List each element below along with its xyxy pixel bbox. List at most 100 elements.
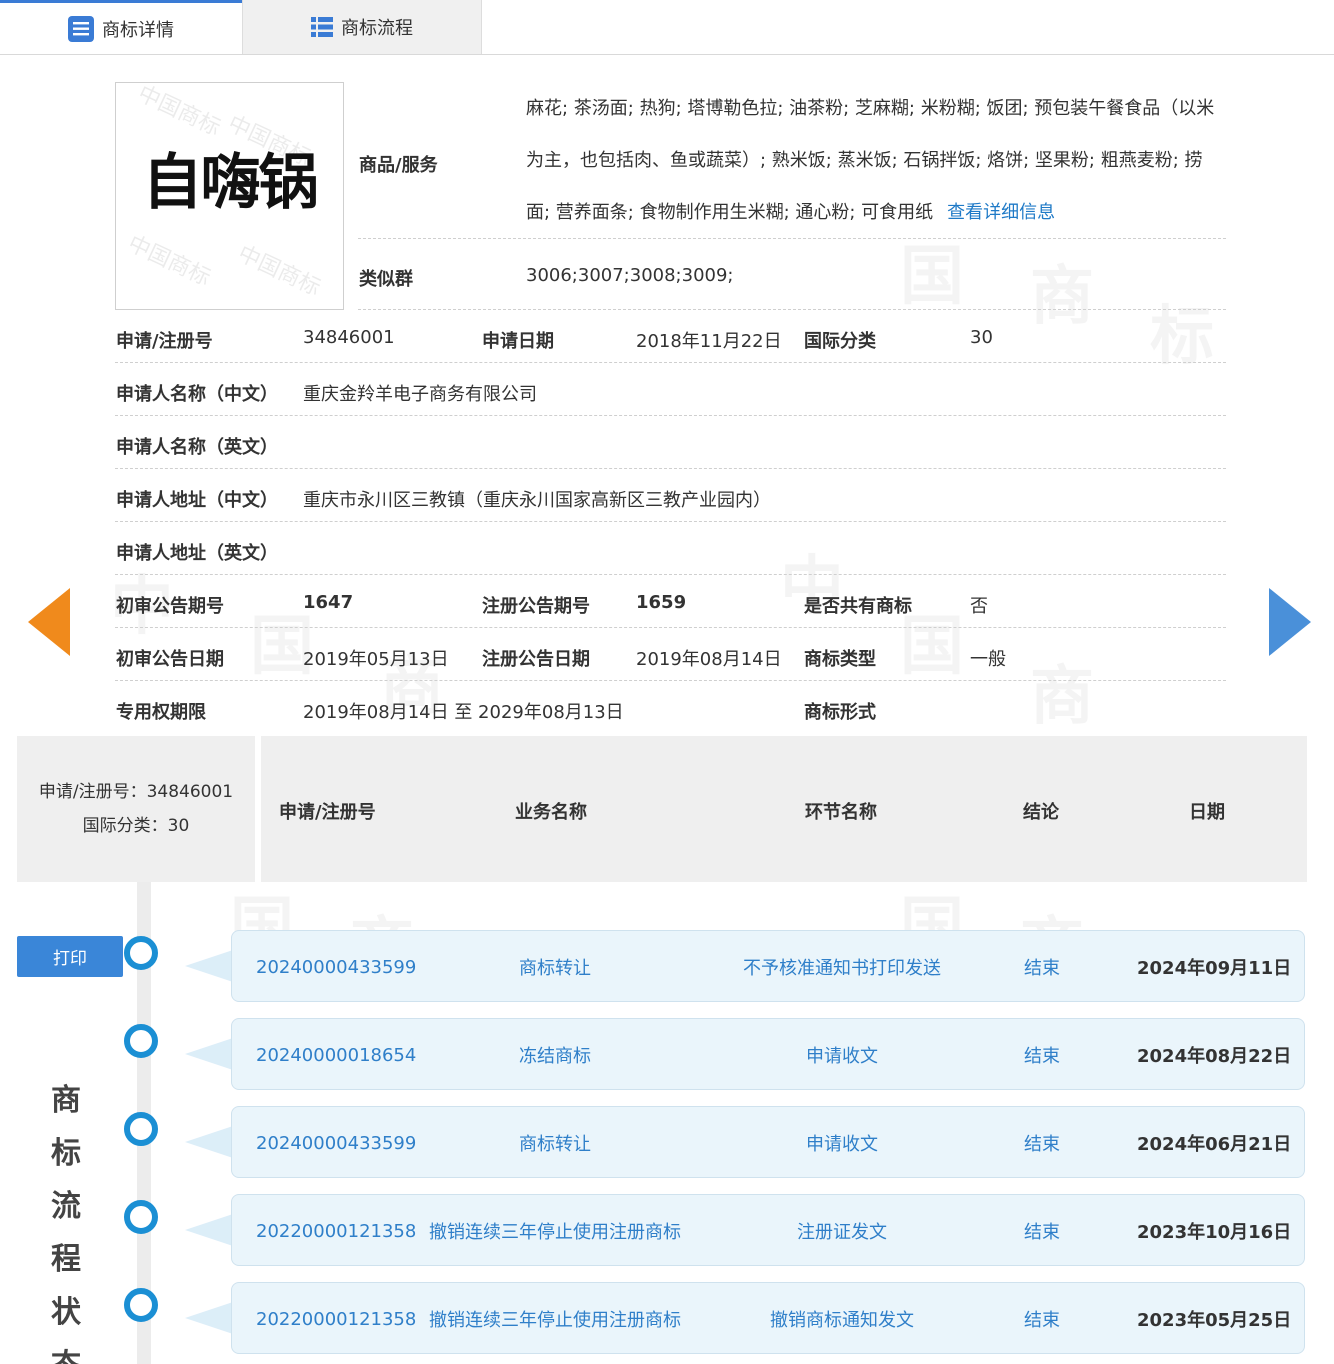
timeline-dot xyxy=(124,1112,158,1146)
reg-pub-date-value: 2019年08月14日 xyxy=(636,649,782,670)
card-pointer xyxy=(185,1126,233,1158)
term-label: 专用权期限 xyxy=(116,702,206,723)
list-detail-icon xyxy=(68,15,94,42)
timeline-dot xyxy=(124,1024,158,1058)
divider xyxy=(115,362,1226,363)
record-business[interactable]: 商标转让 xyxy=(402,1107,708,1179)
record-date: 2024年09月11日 xyxy=(1137,958,1292,979)
goods-label: 商品/服务 xyxy=(359,155,438,176)
trademark-logo-text: 自嗨锅 xyxy=(142,148,319,218)
goods-text: 麻花; 茶汤面; 热狗; 塔博勒色拉; 油茶粉; 芝麻糊; 米粉糊; 饭团; 预… xyxy=(526,98,1215,223)
record-reg-no[interactable]: 20240000433599 xyxy=(256,1107,416,1179)
record-business[interactable]: 撤销连续三年停止使用注册商标 xyxy=(402,1195,708,1267)
record-result[interactable]: 结束 xyxy=(992,931,1092,1003)
shared-value: 否 xyxy=(970,596,988,617)
trademark-image: 中国商标 中国商标 中国商标 中国商标 自嗨锅 xyxy=(115,82,344,310)
similar-group-value: 3006;3007;3008;3009; xyxy=(526,265,734,286)
prelim-no-label: 初审公告期号 xyxy=(116,596,224,617)
print-button[interactable]: 打印 xyxy=(17,936,123,977)
similar-group-label: 类似群 xyxy=(359,269,413,290)
flow-record-card: 20220000121358 撤销连续三年停止使用注册商标 撤销商标通知发文 结… xyxy=(231,1282,1305,1354)
list-bullets-icon xyxy=(311,17,333,37)
apply-date-label: 申请日期 xyxy=(482,331,554,352)
next-arrow-icon[interactable] xyxy=(1269,588,1311,656)
record-result[interactable]: 结束 xyxy=(992,1195,1092,1267)
tab-label: 商标详情 xyxy=(102,19,174,41)
flow-record-card: 20240000433599 商标转让 不予核准通知书打印发送 结束 2024年… xyxy=(231,930,1305,1002)
record-result[interactable]: 结束 xyxy=(992,1019,1092,1091)
divider xyxy=(358,238,1226,239)
flow-status-title: 商标流程状态 xyxy=(51,1083,81,1364)
prelim-date-label: 初审公告日期 xyxy=(116,649,224,670)
record-reg-no[interactable]: 20220000121358 xyxy=(256,1195,416,1267)
card-pointer xyxy=(185,1214,233,1246)
header-result: 结论 xyxy=(1023,802,1059,823)
record-step[interactable]: 申请收文 xyxy=(712,1107,972,1179)
timeline-dot xyxy=(124,1200,158,1234)
watermark: 中国商标 xyxy=(133,82,225,142)
record-business[interactable]: 商标转让 xyxy=(402,931,708,1003)
record-result[interactable]: 结束 xyxy=(992,1107,1092,1179)
card-pointer xyxy=(185,950,233,982)
view-details-link[interactable]: 查看详细信息 xyxy=(947,202,1055,223)
prelim-no-value: 1647 xyxy=(303,592,354,613)
tab-trademark-detail[interactable]: 商标详情 xyxy=(0,0,242,54)
header-business: 业务名称 xyxy=(515,802,587,823)
summary-reg-no: 申请/注册号：34846001 xyxy=(38,782,234,802)
record-date: 2024年08月22日 xyxy=(1137,1046,1292,1067)
flow-record-card: 20220000121358 撤销连续三年停止使用注册商标 注册证发文 结束 2… xyxy=(231,1194,1305,1266)
applicant-en-label: 申请人名称（英文） xyxy=(116,437,278,458)
record-step[interactable]: 不予核准通知书打印发送 xyxy=(712,931,972,1003)
tm-type-label: 商标类型 xyxy=(804,649,876,670)
goods-list: 麻花; 茶汤面; 热狗; 塔博勒色拉; 油茶粉; 芝麻糊; 米粉糊; 饭团; 预… xyxy=(526,83,1226,239)
divider xyxy=(115,468,1226,469)
address-en-label: 申请人地址（英文） xyxy=(116,543,278,564)
record-reg-no[interactable]: 20220000121358 xyxy=(256,1283,416,1355)
record-step[interactable]: 撤销商标通知发文 xyxy=(712,1283,972,1355)
reg-pub-date-label: 注册公告日期 xyxy=(482,649,590,670)
watermark: 商 xyxy=(1030,245,1094,337)
record-date: 2023年10月16日 xyxy=(1137,1222,1292,1243)
tab-label: 商标流程 xyxy=(341,18,413,39)
divider xyxy=(358,309,1226,310)
reg-no-label: 申请/注册号 xyxy=(116,331,213,352)
applicant-cn-label: 申请人名称（中文） xyxy=(116,384,278,405)
divider xyxy=(115,415,1226,416)
record-result[interactable]: 结束 xyxy=(992,1283,1092,1355)
term-value: 2019年08月14日 至 2029年08月13日 xyxy=(303,702,624,723)
reg-pub-no-label: 注册公告期号 xyxy=(482,596,590,617)
watermark: 标 xyxy=(1150,285,1214,377)
record-step[interactable]: 注册证发文 xyxy=(712,1195,972,1267)
divider xyxy=(115,521,1226,522)
flow-summary: 申请/注册号：34846001 国际分类：30 xyxy=(17,736,255,882)
record-reg-no[interactable]: 20240000433599 xyxy=(256,931,416,1003)
flow-record-card: 20240000433599 商标转让 申请收文 结束 2024年06月21日 xyxy=(231,1106,1305,1178)
tm-form-label: 商标形式 xyxy=(804,702,876,723)
intl-class-label: 国际分类 xyxy=(804,331,876,352)
record-reg-no[interactable]: 20240000018654 xyxy=(256,1019,416,1091)
timeline-dot xyxy=(124,1288,158,1322)
divider xyxy=(115,574,1226,575)
record-date: 2024年06月21日 xyxy=(1137,1134,1292,1155)
timeline-dot xyxy=(124,936,158,970)
record-business[interactable]: 撤销连续三年停止使用注册商标 xyxy=(402,1283,708,1355)
previous-arrow-icon[interactable] xyxy=(28,588,70,656)
watermark: 商 xyxy=(1030,645,1094,735)
card-pointer xyxy=(185,1038,233,1070)
watermark: 中国商标 xyxy=(123,231,215,292)
applicant-cn-value: 重庆金羚羊电子商务有限公司 xyxy=(303,384,537,405)
header-reg-no: 申请/注册号 xyxy=(279,802,376,823)
shared-label: 是否共有商标 xyxy=(804,596,912,617)
record-business[interactable]: 冻结商标 xyxy=(402,1019,708,1091)
divider xyxy=(115,680,1226,681)
watermark: 中国商标 xyxy=(233,241,325,302)
trademark-flow-panel: 国 商 国 商 申请/注册号：34846001 国际分类：30 申请/注册号 业… xyxy=(0,736,1334,1364)
record-date: 2023年05月25日 xyxy=(1137,1310,1292,1331)
tab-bar: 商标详情 商标流程 xyxy=(0,0,1334,55)
record-step[interactable]: 申请收文 xyxy=(712,1019,972,1091)
address-cn-value: 重庆市永川区三教镇（重庆永川国家高新区三教产业园内） xyxy=(303,490,771,511)
header-step: 环节名称 xyxy=(805,802,877,823)
intl-class-value: 30 xyxy=(970,327,993,348)
apply-date-value: 2018年11月22日 xyxy=(636,331,782,352)
tab-trademark-flow[interactable]: 商标流程 xyxy=(242,0,482,54)
